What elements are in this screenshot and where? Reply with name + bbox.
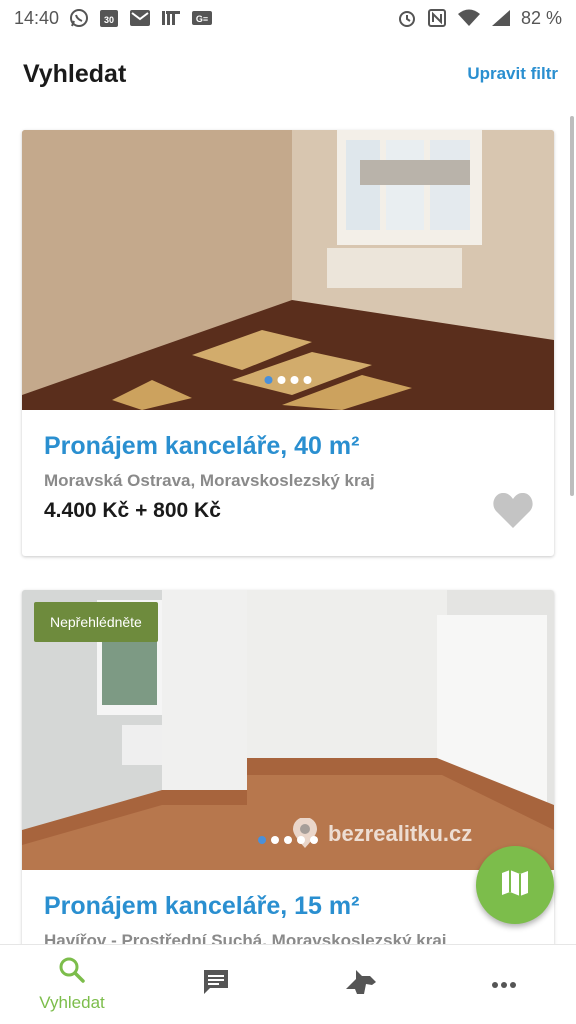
map-button[interactable] [476,846,554,924]
nav-messages[interactable] [144,945,288,1024]
svg-text:G≡: G≡ [196,14,208,24]
battery-level: 82 % [520,7,562,28]
ifttt-icon [161,9,181,27]
listing-title[interactable]: Pronájem kanceláře, 15 m² [44,892,532,921]
listing-location: Moravská Ostrava, Moravskoslezský kraj [44,471,375,490]
status-time: 14:40 [14,7,60,28]
listing-info: Pronájem kanceláře, 40 m² Moravská Ostra… [22,410,554,528]
pager-dot[interactable] [284,836,292,844]
pager-dot[interactable] [303,376,312,384]
listing-card[interactable]: Nepřehlédněte bezrealitku.cz Pronájem ka… [22,590,554,944]
pager-dot[interactable] [258,836,266,844]
listing-location: Havířov - Prostřední Suchá, Moravskoslez… [44,931,447,944]
nav-search-label: Vyhledat [39,993,105,1012]
watchdog-icon [342,967,378,1002]
listing-photo[interactable] [22,130,554,410]
edit-filter-button[interactable]: Upravit filtr [467,64,558,84]
listing-price: 4.400 Kč + 800 Kč [44,499,221,522]
pager-dot[interactable] [264,376,273,384]
promo-badge: Nepřehlédněte [34,602,158,642]
favorite-heart-icon[interactable] [492,490,534,530]
scrollbar[interactable] [570,116,574,496]
nav-more[interactable] [432,945,576,1024]
pager-dot[interactable] [290,376,299,384]
listing-photo[interactable]: Nepřehlédněte bezrealitku.cz [22,590,554,870]
page-title: Vyhledat [23,59,127,88]
listing-info: Pronájem kanceláře, 15 m² Havířov - Pros… [22,870,554,944]
watermark-text: bezrealitku.cz [328,821,473,846]
photo-pager [264,376,312,384]
listing-title[interactable]: Pronájem kanceláře, 40 m² [44,432,532,461]
ge-icon: G≡ [191,10,213,26]
nav-watchdog[interactable] [288,945,432,1024]
svg-text:30: 30 [104,15,114,25]
status-bar: 14:40 30 G≡ 82 % [0,0,576,36]
bottom-navigation: Vyhledat [0,944,576,1024]
pager-dot[interactable] [277,376,286,384]
map-icon [500,868,530,903]
watermark-pin-icon [290,818,320,850]
whatsapp-icon [69,8,89,28]
listing-list[interactable]: Pronájem kanceláře, 40 m² Moravská Ostra… [0,108,576,944]
photo-pager [258,836,318,844]
watermark: bezrealitku.cz [290,818,472,850]
calendar-icon: 30 [99,8,119,28]
app-header: Vyhledat Upravit filtr [0,40,576,108]
pager-dot[interactable] [271,836,279,844]
gmail-icon [129,9,151,27]
more-icon [491,976,517,994]
search-icon [58,956,86,989]
listing-card[interactable]: Pronájem kanceláře, 40 m² Moravská Ostra… [22,130,554,556]
signal-icon [491,9,511,27]
pager-dot[interactable] [297,836,305,844]
nav-search[interactable]: Vyhledat [0,945,144,1024]
messages-icon [201,967,231,1002]
wifi-icon [457,9,481,27]
alarm-icon [397,8,417,28]
pager-dot[interactable] [310,836,318,844]
nfc-icon [427,8,447,28]
